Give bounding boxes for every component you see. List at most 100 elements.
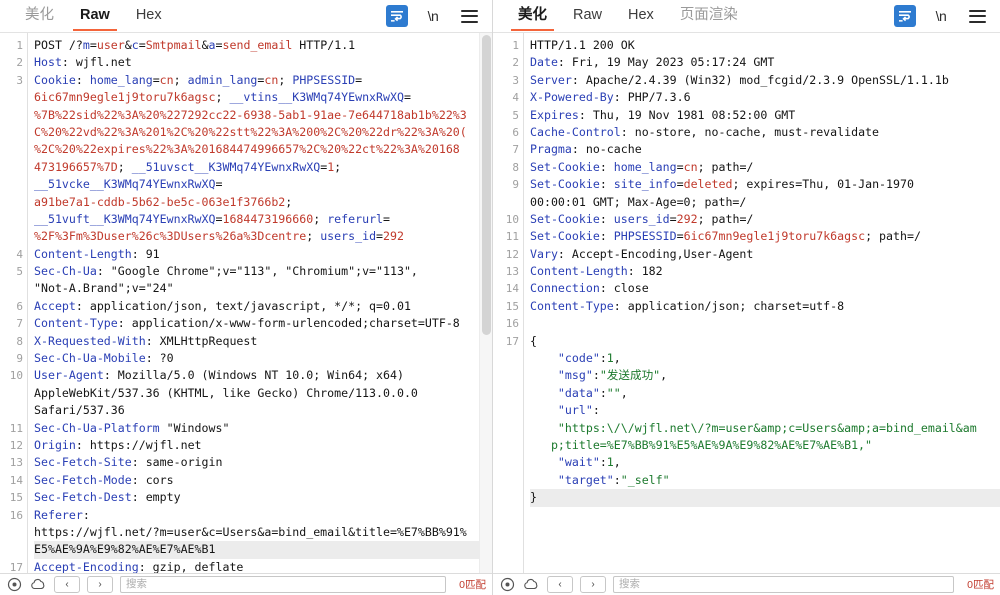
code-line: "wait":1,	[530, 455, 621, 470]
line-number: 10	[505, 212, 519, 226]
word-wrap-icon[interactable]	[386, 5, 408, 27]
line-number: 14	[9, 473, 23, 487]
hamburger-menu-icon[interactable]	[458, 5, 480, 27]
request-scroll-thumb[interactable]	[482, 35, 491, 335]
request-match-count: 0匹配	[459, 579, 486, 591]
line-number: 13	[505, 265, 519, 279]
line-number: 13	[9, 456, 23, 470]
code-line: 00:00:01 GMT; Max-Age=0; path=/	[530, 194, 747, 209]
line-number	[0, 280, 23, 297]
line-number	[493, 437, 519, 454]
code-line: %2C%20%22expires%22%3A%201684474996657%2…	[34, 142, 460, 157]
line-number: 6	[16, 299, 23, 313]
code-line: HTTP/1.1 200 OK	[530, 38, 635, 52]
line-number	[0, 124, 23, 141]
request-panel: 美化 Raw Hex \n 1 2 3 4 5 6 7 8 9 10 11 12…	[0, 0, 493, 595]
code-line: X-Requested-With: XMLHttpRequest	[34, 333, 258, 348]
line-number: 9	[16, 352, 23, 366]
code-line: Cache-Control: no-store, no-cache, must-…	[530, 124, 880, 139]
request-code-area[interactable]: 123 45 678910 111213141516 1718 POST /?m…	[0, 33, 492, 573]
code-line: a91be7a1-cddb-5b62-be5c-063e1f3766b2;	[34, 194, 293, 209]
code-line: Accept-Encoding: gzip, deflate	[34, 559, 244, 573]
tab-request-hex[interactable]: Hex	[125, 2, 173, 30]
tab-response-hex[interactable]: Hex	[617, 2, 665, 30]
newline-icon[interactable]: \n	[422, 5, 444, 27]
response-code-area[interactable]: 123456789 10 11 12 13 14 15 16 17 HTTP/1.1 200 …	[493, 33, 1000, 573]
response-content[interactable]: HTTP/1.1 200 OK Date: Fri, 19 May 2023 05…	[524, 33, 1000, 573]
tab-response-beautify[interactable]: 美化	[507, 2, 558, 31]
code-line: 6ic67mn9egle1j9toru7k6agsc; __vtins__K3W…	[34, 90, 411, 105]
line-number: 3	[512, 73, 519, 87]
line-number: 3	[16, 73, 23, 87]
line-number: 9	[512, 178, 519, 192]
line-number	[493, 454, 519, 471]
line-number	[493, 402, 519, 419]
cloud-icon[interactable]	[523, 576, 540, 593]
code-line: "Not-A.Brand";v="24"	[34, 281, 174, 296]
request-search-input[interactable]: 搜索	[120, 576, 447, 593]
line-number: 2	[16, 56, 23, 70]
code-line: X-Powered-By: PHP/7.3.6	[530, 90, 691, 105]
response-line-numbers: 123456789 10 11 12 13 14 15 16 17	[493, 33, 523, 573]
code-line: Server: Apache/2.4.39 (Win32) mod_fcgid/…	[530, 72, 949, 87]
code-line: Set-Cookie: users_id=292; path=/	[530, 211, 754, 226]
tab-response-raw[interactable]: Raw	[562, 2, 613, 30]
cloud-icon[interactable]	[30, 576, 47, 593]
code-line: Set-Cookie: site_info=deleted; expires=T…	[530, 177, 914, 192]
search-next-button[interactable]: ›	[87, 576, 113, 593]
response-search-input[interactable]: 搜索	[613, 576, 955, 593]
code-line: Content-Type: application/json; charset=…	[530, 298, 845, 313]
line-number: 8	[512, 160, 519, 174]
code-line: %2F%3Fm%3Duser%26c%3DUsers%26a%3Dcentre;…	[34, 229, 404, 244]
request-tab-icons: \n	[386, 5, 484, 27]
search-prev-button[interactable]: ‹	[547, 576, 573, 593]
line-number: 7	[16, 317, 23, 331]
line-number: 17	[9, 560, 23, 573]
target-icon[interactable]	[499, 576, 516, 593]
code-line: __51vcke__K3WMq74YEwnxRwXQ=	[34, 177, 223, 192]
code-line: __51vuft__K3WMq74YEwnxRwXQ=1684473196660…	[34, 211, 391, 226]
code-line: Sec-Fetch-Site: same-origin	[34, 455, 223, 470]
hamburger-menu-icon[interactable]	[966, 5, 988, 27]
tab-request-raw[interactable]: Raw	[69, 2, 121, 31]
line-number	[493, 367, 519, 384]
code-line: AppleWebKit/537.36 (KHTML, like Gecko) C…	[34, 385, 418, 400]
code-line: {	[530, 333, 537, 348]
line-number	[493, 420, 519, 437]
code-line: Safari/537.36	[34, 403, 125, 418]
tab-response-page-render[interactable]: 页面渲染	[669, 2, 749, 30]
line-number	[0, 107, 23, 124]
code-line: Sec-Fetch-Dest: empty	[34, 490, 181, 505]
line-number: 4	[512, 91, 519, 105]
line-number: 11	[505, 230, 519, 244]
line-number: 16	[9, 508, 23, 522]
code-line: https://wjfl.net/?m=user&c=Users&a=bind_…	[34, 524, 467, 539]
word-wrap-icon-glyph	[386, 5, 408, 27]
hamburger-menu-icon-glyph	[460, 9, 478, 23]
line-number: 4	[16, 247, 23, 261]
word-wrap-icon[interactable]	[894, 5, 916, 27]
line-number	[0, 211, 23, 228]
line-number: 1	[16, 39, 23, 52]
search-next-button[interactable]: ›	[580, 576, 606, 593]
code-line: "code":1,	[530, 351, 621, 366]
request-raw-content[interactable]: POST /?m=user&c=Smtpmail&a=send_email HT…	[28, 33, 492, 573]
code-line: Vary: Accept-Encoding,User-Agent	[530, 246, 754, 261]
code-line: Cookie: home_lang=cn; admin_lang=cn; PHP…	[34, 72, 363, 87]
newline-icon[interactable]: \n	[930, 5, 952, 27]
tab-request-beautify[interactable]: 美化	[14, 2, 65, 30]
line-number: 11	[9, 421, 23, 435]
word-wrap-icon-glyph	[894, 5, 916, 27]
code-line: Set-Cookie: PHPSESSID=6ic67mn9egle1j9tor…	[530, 229, 921, 244]
search-prev-button[interactable]: ‹	[54, 576, 80, 593]
code-line: Host: wjfl.net	[34, 55, 132, 70]
target-icon[interactable]	[6, 576, 23, 593]
line-number	[493, 194, 519, 211]
code-line: Set-Cookie: home_lang=cn; path=/	[530, 159, 754, 174]
response-bottom-toolbar: ‹ › 搜索 0匹配	[493, 573, 1000, 595]
request-vertical-scrollbar[interactable]	[479, 33, 492, 573]
line-number	[0, 228, 23, 245]
line-number: 12	[505, 247, 519, 261]
line-number	[493, 350, 519, 367]
